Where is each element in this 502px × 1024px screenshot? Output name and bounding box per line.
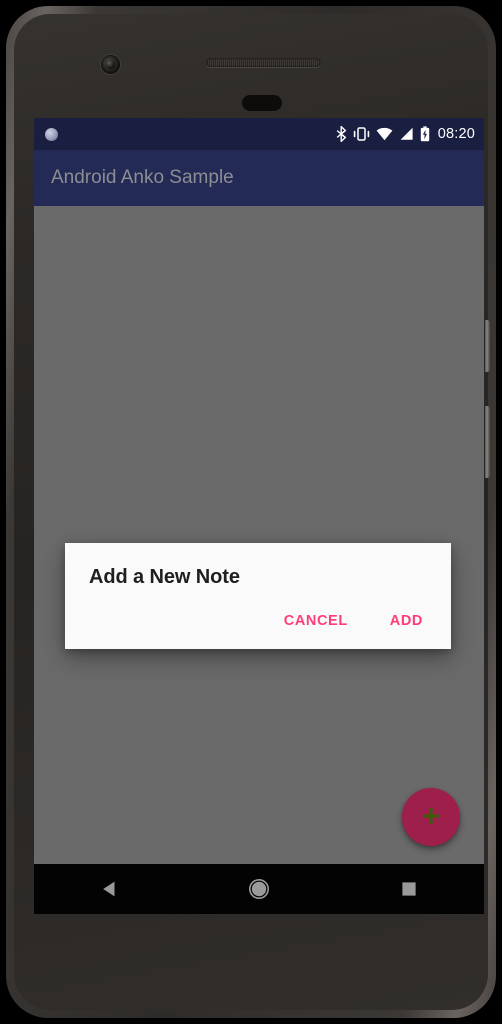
app-bar: Android Anko Sample [34, 150, 484, 206]
wifi-icon [376, 126, 393, 142]
nav-recents-button[interactable] [379, 864, 439, 914]
phone-bezel: 08:20 Android Anko Sample Add a New Note… [14, 14, 490, 1010]
dialog-title: Add a New Note [89, 566, 240, 588]
phone-device-frame: 08:20 Android Anko Sample Add a New Note… [6, 6, 496, 1018]
volume-rocker-button[interactable] [485, 406, 490, 478]
dialog-cancel-button[interactable]: CANCEL [270, 605, 362, 637]
system-navigation-bar [34, 864, 484, 914]
status-bar: 08:20 [34, 118, 484, 150]
nav-home-button[interactable] [229, 864, 289, 914]
circle-notification-icon [45, 127, 58, 141]
recents-square-icon [401, 881, 417, 897]
battery-charging-icon [420, 126, 430, 142]
back-triangle-icon [101, 880, 118, 898]
status-bar-clock: 08:20 [437, 126, 475, 142]
power-button[interactable] [485, 320, 490, 372]
home-circle-icon [248, 878, 270, 900]
nav-back-button[interactable] [79, 864, 139, 914]
plus-icon [420, 805, 442, 830]
status-bar-right: 08:20 [336, 126, 475, 142]
vibrate-icon [353, 126, 370, 142]
proximity-sensor-icon [242, 95, 282, 111]
cellular-signal-icon [399, 126, 414, 142]
status-bar-left [45, 127, 58, 141]
note-list-content: Add a New Note CANCEL ADD [34, 206, 484, 864]
add-note-fab[interactable] [402, 788, 460, 846]
bluetooth-icon [336, 126, 347, 142]
earpiece-speaker-icon [206, 58, 321, 67]
dialog-button-row: CANCEL ADD [65, 589, 451, 649]
phone-screen: 08:20 Android Anko Sample Add a New Note… [34, 118, 484, 914]
front-camera-icon [101, 55, 120, 74]
page-title: Android Anko Sample [51, 167, 234, 188]
dialog-add-button[interactable]: ADD [376, 605, 437, 637]
add-note-dialog: Add a New Note CANCEL ADD [65, 543, 451, 649]
